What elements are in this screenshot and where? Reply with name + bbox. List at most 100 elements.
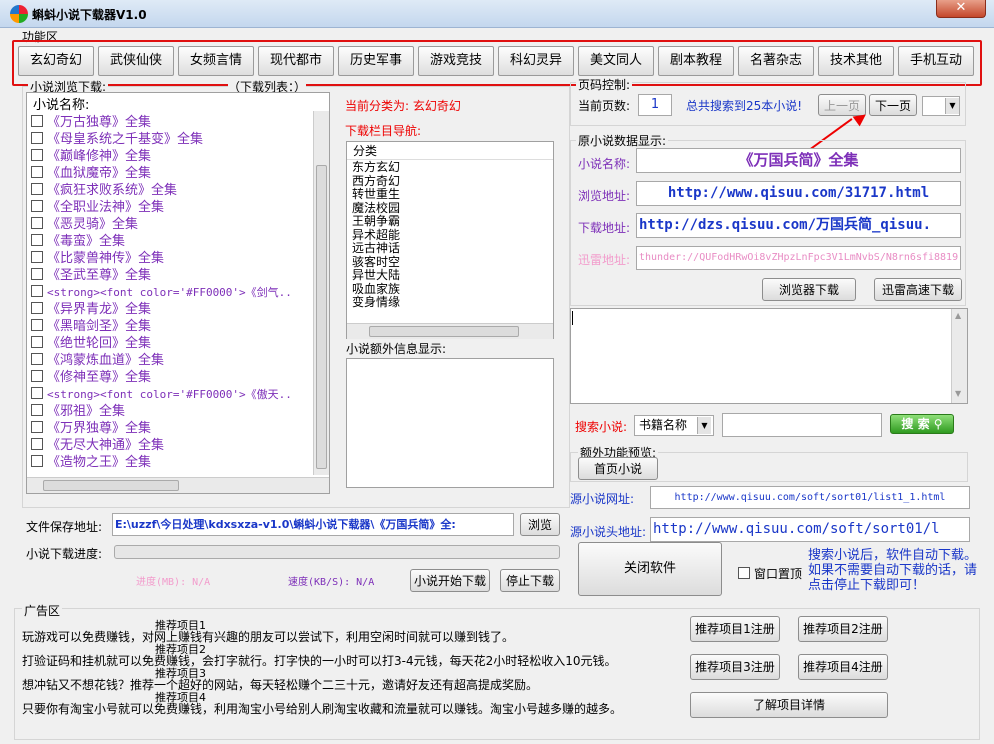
hscroll-thumb[interactable] — [43, 480, 179, 491]
category-button-6[interactable]: 游戏竞技 — [418, 46, 494, 76]
category-list-item[interactable]: 远古神话 — [352, 241, 400, 256]
novel-checkbox[interactable] — [31, 387, 43, 399]
category-button-8[interactable]: 美文同人 — [578, 46, 654, 76]
save-path-field[interactable]: E:\uzzf\今日处理\kdxsxza-v1.0\蝌蚪小说下载器\《万国兵简》… — [112, 513, 514, 536]
category-list-item[interactable]: 转世重生 — [352, 187, 400, 202]
thunder-url-field[interactable]: thunder://QUFodHRwOi8vZHpzLnFpc3V1LmNvbS… — [636, 246, 961, 270]
search-button[interactable]: 搜 索 ⚲ — [890, 414, 954, 434]
novel-checkbox[interactable] — [31, 183, 43, 195]
novel-checkbox[interactable] — [31, 370, 43, 382]
novel-checkbox[interactable] — [31, 336, 43, 348]
browse-url-field[interactable]: http://www.qisuu.com/31717.html — [636, 181, 961, 206]
novel-list-item[interactable]: <strong><font color='#FF0000'>《傲天.. — [31, 386, 315, 403]
novel-checkbox[interactable] — [31, 217, 43, 229]
novel-checkbox[interactable] — [31, 268, 43, 280]
novel-list-item[interactable]: 《巅峰修神》全集 — [31, 148, 315, 165]
novel-list-item[interactable]: 《圣武至尊》全集 — [31, 267, 315, 284]
topmost-checkbox-box[interactable] — [738, 567, 750, 579]
novel-checkbox[interactable] — [31, 404, 43, 416]
category-list-item[interactable]: 异术超能 — [352, 228, 400, 243]
browse-folder-button[interactable]: 浏览 — [520, 513, 560, 536]
category-list-item[interactable]: 骇客时空 — [352, 255, 400, 270]
category-list[interactable]: 分类 东方玄幻 西方奇幻 转世重生 魔法校园 王朝争霸 异术超能 远古神话 骇客时空 异世大陆吸… — [346, 141, 554, 339]
category-button-4[interactable]: 现代都市 — [258, 46, 334, 76]
ad-line-3[interactable]: 想冲钻又不想花钱？推荐一个超好的网站，每天轻松赚个二三十元，邀请好友还有超高提成… — [22, 676, 538, 693]
start-download-button[interactable]: 小说开始下载 — [410, 569, 490, 592]
novel-checkbox[interactable] — [31, 166, 43, 178]
category-list-item[interactable]: 西方奇幻 — [352, 174, 400, 189]
category-button-10[interactable]: 名著杂志 — [738, 46, 814, 76]
novel-list-item[interactable]: 《邪祖》全集 — [31, 403, 315, 420]
novel-list-item[interactable]: 《绝世轮回》全集 — [31, 335, 315, 352]
novel-list-hscroll[interactable] — [27, 477, 329, 493]
close-software-button[interactable]: 关闭软件 — [578, 542, 722, 596]
vscroll-thumb[interactable] — [316, 165, 327, 469]
novel-list-item[interactable]: 《万古独尊》全集 — [31, 114, 315, 131]
download-url-field[interactable]: http://dzs.qisuu.com/万国兵简_qisuu. — [636, 213, 961, 238]
novel-list-item[interactable]: 《无尽大神通》全集 — [31, 437, 315, 454]
novel-checkbox[interactable] — [31, 234, 43, 246]
novel-checkbox[interactable] — [31, 421, 43, 433]
category-button-1[interactable]: 玄幻奇幻 — [18, 46, 94, 76]
log-textarea[interactable]: ▲ ▼ — [570, 308, 968, 404]
novel-list-item[interactable]: 《比蒙兽神传》全集 — [31, 250, 315, 267]
extra-info-box[interactable] — [346, 358, 554, 488]
category-button-11[interactable]: 技术其他 — [818, 46, 894, 76]
ad-register-button-4[interactable]: 推荐项目4注册 — [798, 654, 888, 680]
search-type-select[interactable]: 书籍名称 ▼ — [634, 415, 714, 436]
category-list-item[interactable]: 异世大陆 — [352, 268, 400, 283]
ad-register-button-3[interactable]: 推荐项目3注册 — [690, 654, 780, 680]
category-hscroll[interactable] — [347, 323, 553, 339]
novel-list-item[interactable]: 《造物之王》全集 — [31, 454, 315, 471]
novel-list-vscroll[interactable] — [313, 111, 329, 475]
ad-line-2[interactable]: 打验证码和挂机就可以免费赚钱，会打字就行。打字快的一小时可以打3-4元钱，每天花… — [22, 652, 617, 669]
novel-checkbox[interactable] — [31, 132, 43, 144]
category-button-12[interactable]: 手机互动 — [898, 46, 974, 76]
novel-list[interactable]: 小说名称: 《万古独尊》全集 《母皇系统之千基变》全集 《巅峰修神》全集 《血狱魔帝》… — [26, 92, 330, 494]
novel-name-field[interactable]: 《万国兵简》全集 — [636, 148, 961, 173]
novel-list-item[interactable]: 《鸿蒙炼血道》全集 — [31, 352, 315, 369]
novel-checkbox[interactable] — [31, 149, 43, 161]
category-hscroll-thumb[interactable] — [369, 326, 519, 337]
novel-checkbox[interactable] — [31, 438, 43, 450]
novel-list-item[interactable]: <strong><font color='#FF0000'>《剑气.. — [31, 284, 315, 301]
ad-line-1[interactable]: 玩游戏可以免费赚钱，对网上赚钱有兴趣的朋友可以尝试下，利用空闲时间就可以赚到钱了… — [22, 628, 514, 645]
novel-list-item[interactable]: 《异界青龙》全集 — [31, 301, 315, 318]
home-novel-button[interactable]: 首页小说 — [578, 457, 658, 480]
novel-list-item[interactable]: 《血狱魔帝》全集 — [31, 165, 315, 182]
novel-checkbox[interactable] — [31, 353, 43, 365]
browser-download-button[interactable]: 浏览器下载 — [762, 278, 856, 301]
novel-list-item[interactable]: 《万界独尊》全集 — [31, 420, 315, 437]
current-page-input[interactable]: 1 — [638, 94, 672, 116]
close-icon[interactable]: ✕ — [936, 0, 986, 18]
novel-list-item[interactable]: 《黑暗剑圣》全集 — [31, 318, 315, 335]
novel-checkbox[interactable] — [31, 200, 43, 212]
category-button-3[interactable]: 女频言情 — [178, 46, 254, 76]
src-url-field[interactable]: http://www.qisuu.com/soft/sort01/list1_1… — [650, 486, 970, 509]
category-list-item[interactable]: 魔法校园 — [352, 201, 400, 216]
novel-checkbox[interactable] — [31, 319, 43, 331]
category-button-7[interactable]: 科幻灵异 — [498, 46, 574, 76]
topmost-checkbox[interactable]: 窗口置顶 — [738, 565, 802, 582]
category-list-item[interactable]: 王朝争霸 — [352, 214, 400, 229]
novel-checkbox[interactable] — [31, 251, 43, 263]
src-head-field[interactable]: http://www.qisuu.com/soft/sort01/l — [650, 517, 970, 542]
novel-checkbox[interactable] — [31, 285, 43, 297]
novel-list-item[interactable]: 《疯狂求败系统》全集 — [31, 182, 315, 199]
ad-line-4[interactable]: 只要你有淘宝小号就可以免费赚钱，利用淘宝小号给别人刷淘宝收藏和流量就可以赚钱。淘… — [22, 700, 622, 717]
ad-details-button[interactable]: 了解项目详情 — [690, 692, 888, 718]
novel-list-item[interactable]: 《恶灵骑》全集 — [31, 216, 315, 233]
thunder-download-button[interactable]: 迅雷高速下载 — [874, 278, 962, 301]
next-page-button[interactable]: 下一页 — [869, 94, 917, 116]
novel-checkbox[interactable] — [31, 115, 43, 127]
category-list-item[interactable]: 变身情缘 — [352, 295, 400, 310]
ad-register-button-1[interactable]: 推荐项目1注册 — [690, 616, 780, 642]
novel-list-item[interactable]: 《全职业法神》全集 — [31, 199, 315, 216]
log-vscroll[interactable]: ▲ ▼ — [951, 309, 967, 403]
novel-checkbox[interactable] — [31, 455, 43, 467]
category-list-item[interactable]: 东方玄幻 — [352, 160, 400, 175]
ad-register-button-2[interactable]: 推荐项目2注册 — [798, 616, 888, 642]
search-input[interactable] — [722, 413, 882, 437]
novel-list-item[interactable]: 《母皇系统之千基变》全集 — [31, 131, 315, 148]
category-button-9[interactable]: 剧本教程 — [658, 46, 734, 76]
